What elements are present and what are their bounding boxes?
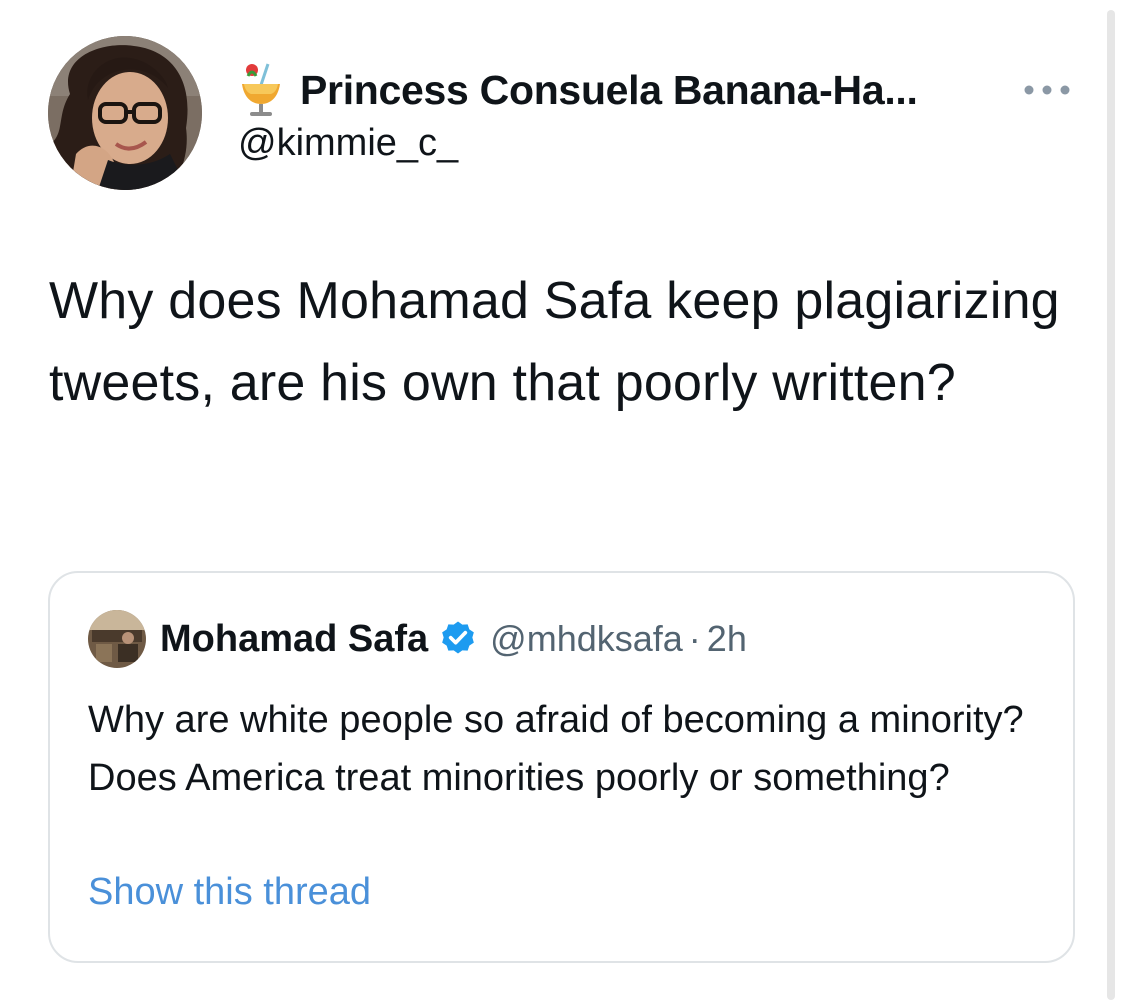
author-display-name[interactable]: Princess Consuela Banana-Ha... <box>300 67 918 114</box>
quoted-tweet-timestamp[interactable]: 2h <box>707 618 747 660</box>
quoted-author-display-name[interactable]: Mohamad Safa <box>160 618 428 661</box>
quoted-author-handle[interactable]: @mhdksafa <box>490 618 683 660</box>
quoted-tweet-card[interactable]: Mohamad Safa @mhdksafa · 2h Why are whit… <box>48 571 1075 963</box>
quoted-author-avatar[interactable] <box>88 610 146 668</box>
quoted-tweet-header: Mohamad Safa @mhdksafa · 2h <box>88 610 747 668</box>
scrollbar[interactable] <box>1107 10 1115 1000</box>
meta-separator: · <box>688 618 701 659</box>
tropical-drink-icon <box>242 63 280 116</box>
quoted-tweet-text: Why are white people so afraid of becomi… <box>88 699 1024 799</box>
author-name-row: Princess Consuela Banana-Ha... <box>238 62 998 118</box>
quoted-author-avatar-image <box>88 610 146 668</box>
author-handle[interactable]: @kimmie_c_ <box>238 122 998 165</box>
show-thread-link[interactable]: Show this thread <box>88 871 371 914</box>
author-avatar-image <box>48 36 202 190</box>
tweet-text: Why does Mohamad Safa keep plagiarizing … <box>49 272 1060 412</box>
author-header: Princess Consuela Banana-Ha... @kimmie_c… <box>238 62 998 165</box>
more-horizontal-icon[interactable] <box>1017 78 1077 102</box>
verified-badge-icon <box>442 621 475 654</box>
author-avatar[interactable] <box>48 36 202 190</box>
